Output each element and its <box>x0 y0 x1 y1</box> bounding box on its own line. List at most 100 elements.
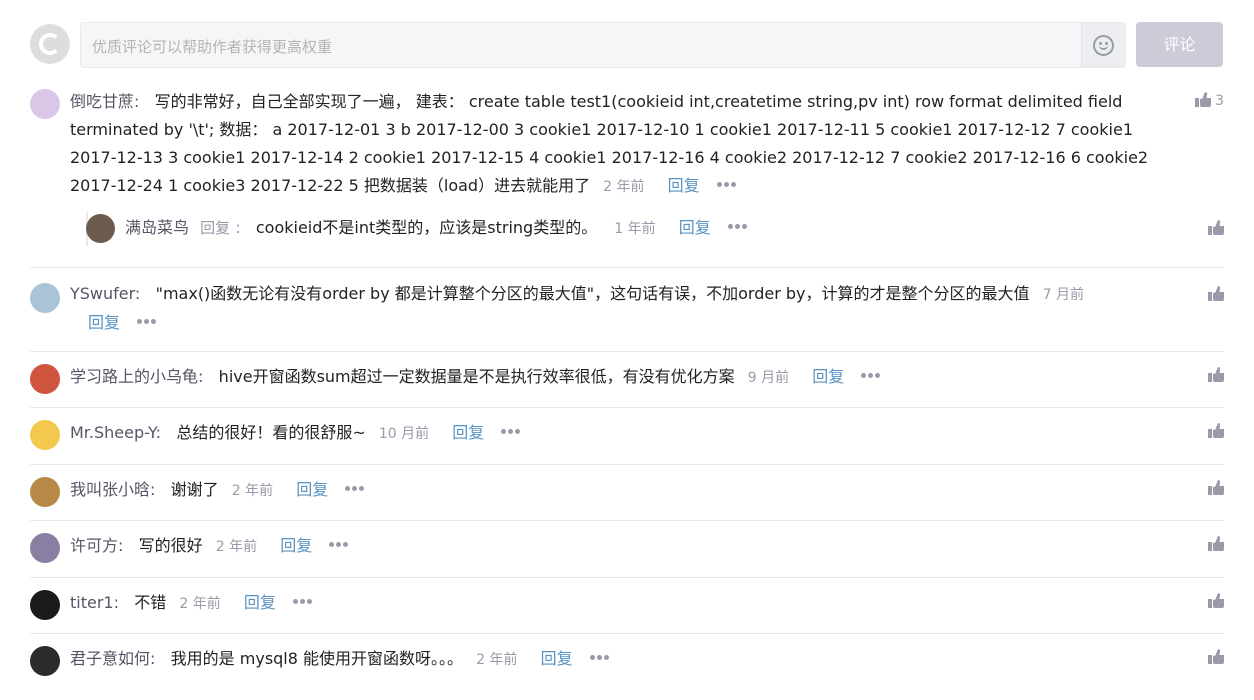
comment-body: 我叫张小晗: 谢谢了 2 年前 回复 <box>70 476 1170 505</box>
comment-username[interactable]: 我叫张小晗: <box>70 480 155 499</box>
more-dots-icon[interactable] <box>329 542 349 548</box>
comment-username[interactable]: Mr.Sheep-Y: <box>70 423 161 442</box>
comment-text: hive开窗函数sum超过一定数据量是不是执行效率很低，有没有优化方案 <box>218 367 735 386</box>
comment-item: 学习路上的小乌龟: hive开窗函数sum超过一定数据量是不是执行效率很低，有没… <box>30 363 1224 394</box>
like-button[interactable] <box>1208 649 1224 666</box>
like-button[interactable] <box>1208 286 1224 303</box>
comment-username[interactable]: titer1: <box>70 593 119 612</box>
divider <box>30 267 1224 268</box>
like-button[interactable] <box>1208 367 1224 384</box>
like-button[interactable] <box>1208 536 1224 553</box>
avatar[interactable] <box>30 533 60 563</box>
divider <box>30 520 1224 521</box>
comment-username[interactable]: YSwufer: <box>70 284 140 303</box>
comment-username[interactable]: 君子意如何: <box>70 649 155 668</box>
sub-reply-body: 满岛菜鸟 回复 : cookieid不是int类型的，应该是string类型的。… <box>125 214 1175 243</box>
thumbs-up-icon <box>1208 220 1224 235</box>
avatar[interactable] <box>30 590 60 620</box>
reply-link[interactable]: 回复 <box>452 423 484 442</box>
comment-text: 我用的是 mysql8 能使用开窗函数呀。。。 <box>170 649 464 668</box>
avatar[interactable] <box>30 283 60 313</box>
reply-link[interactable]: 回复 <box>812 367 844 386</box>
comment-text: 写的很好 <box>138 536 203 555</box>
more-dots-icon[interactable] <box>861 373 881 379</box>
like-button[interactable] <box>1208 480 1224 497</box>
comment-username[interactable]: 学习路上的小乌龟: <box>70 367 203 386</box>
more-dots-icon[interactable] <box>137 319 157 325</box>
divider <box>30 351 1224 352</box>
like-button[interactable] <box>1208 423 1224 440</box>
comment-body: 倒吃甘蔗: 写的非常好，自己全部实现了一遍， 建表： create table … <box>70 88 1170 201</box>
sub-reply-item: 满岛菜鸟 回复 : cookieid不是int类型的，应该是string类型的。… <box>86 212 1224 246</box>
comment-editor: 优质评论可以帮助作者获得更高权重 评论 <box>30 22 1224 68</box>
more-dots-icon[interactable] <box>345 486 365 492</box>
divider <box>30 464 1224 465</box>
comment-item: YSwufer: "max()函数无论有没有order by 都是计算整个分区的… <box>30 280 1224 340</box>
comment-item: 君子意如何: 我用的是 mysql8 能使用开窗函数呀。。。 2 年前 回复 <box>30 645 1224 676</box>
avatar[interactable] <box>30 364 60 394</box>
comment-item: 我叫张小晗: 谢谢了 2 年前 回复 <box>30 476 1224 507</box>
comment-item: 许可方: 写的很好 2 年前 回复 <box>30 532 1224 563</box>
avatar[interactable] <box>30 420 60 450</box>
avatar[interactable] <box>30 89 60 119</box>
avatar[interactable] <box>86 214 115 243</box>
reply-link[interactable]: 回复 <box>296 480 328 499</box>
thumbs-up-icon <box>1208 649 1224 664</box>
comment-text: 不错 <box>134 593 167 612</box>
more-dots-icon[interactable] <box>727 224 748 230</box>
comment-item: 倒吃甘蔗: 写的非常好，自己全部实现了一遍， 建表： create table … <box>30 86 1224 196</box>
comment-item: Mr.Sheep-Y: 总结的很好！看的很舒服~ 10 月前 回复 <box>30 419 1224 450</box>
comment-body: Mr.Sheep-Y: 总结的很好！看的很舒服~ 10 月前 回复 <box>70 419 1170 448</box>
comment-text: "max()函数无论有没有order by 都是计算整个分区的最大值"，这句话有… <box>155 284 1030 303</box>
comment-item: titer1: 不错 2 年前 回复 <box>30 589 1224 620</box>
comment-text: 谢谢了 <box>170 480 219 499</box>
like-button[interactable] <box>1208 593 1224 610</box>
submit-comment-button[interactable]: 评论 <box>1136 22 1223 67</box>
reply-link[interactable]: 回复 <box>668 176 700 195</box>
comment-body: YSwufer: "max()函数无论有没有order by 都是计算整个分区的… <box>70 280 1150 337</box>
csdn-logo-icon <box>30 24 70 64</box>
comment-time: 7 月前 <box>1042 287 1084 303</box>
sub-reply-time: 1 年前 <box>614 221 656 237</box>
more-dots-icon[interactable] <box>501 429 521 435</box>
comment-username[interactable]: 许可方: <box>70 536 123 555</box>
emoji-icon <box>1093 35 1114 56</box>
thumbs-up-icon <box>1208 367 1224 382</box>
sub-reply-text: cookieid不是int类型的，应该是string类型的。 <box>255 218 598 237</box>
sub-reply-word: 回复 <box>200 219 231 237</box>
comment-time: 9 月前 <box>747 370 790 386</box>
reply-link[interactable]: 回复 <box>280 536 312 555</box>
avatar[interactable] <box>30 646 60 676</box>
like-button[interactable] <box>1208 220 1224 237</box>
comment-text: 总结的很好！看的很舒服~ <box>176 423 366 442</box>
more-dots-icon[interactable] <box>716 182 737 188</box>
divider <box>30 633 1224 634</box>
reply-link[interactable]: 回复 <box>679 218 711 237</box>
reply-link[interactable]: 回复 <box>541 649 573 668</box>
divider <box>30 407 1224 408</box>
comment-time: 2 年前 <box>231 483 274 499</box>
thumbs-up-icon <box>1208 536 1224 551</box>
comment-time: 2 年前 <box>476 652 518 668</box>
comment-username[interactable]: 倒吃甘蔗: <box>70 92 139 111</box>
thumbs-up-icon <box>1208 423 1224 438</box>
divider <box>30 577 1224 578</box>
emoji-button[interactable] <box>1081 23 1125 67</box>
reply-link[interactable]: 回复 <box>244 593 276 612</box>
like-count: 3 <box>1215 93 1224 109</box>
more-dots-icon[interactable] <box>292 599 313 605</box>
comment-time: 2 年前 <box>603 179 645 195</box>
comment-body: 学习路上的小乌龟: hive开窗函数sum超过一定数据量是不是执行效率很低，有没… <box>70 363 1170 392</box>
reply-link[interactable]: 回复 <box>88 313 120 332</box>
sub-reply-username[interactable]: 满岛菜鸟 <box>125 218 189 237</box>
comment-input[interactable]: 优质评论可以帮助作者获得更高权重 <box>80 22 1126 68</box>
like-button[interactable]: 3 <box>1195 92 1224 109</box>
more-dots-icon[interactable] <box>589 655 610 661</box>
avatar[interactable] <box>30 477 60 507</box>
comment-time: 10 月前 <box>378 426 430 442</box>
comment-time: 2 年前 <box>179 596 221 612</box>
thumbs-up-icon <box>1195 92 1211 107</box>
thumbs-up-icon <box>1208 593 1224 608</box>
comment-body: 君子意如何: 我用的是 mysql8 能使用开窗函数呀。。。 2 年前 回复 <box>70 645 1170 674</box>
thumbs-up-icon <box>1208 480 1224 495</box>
